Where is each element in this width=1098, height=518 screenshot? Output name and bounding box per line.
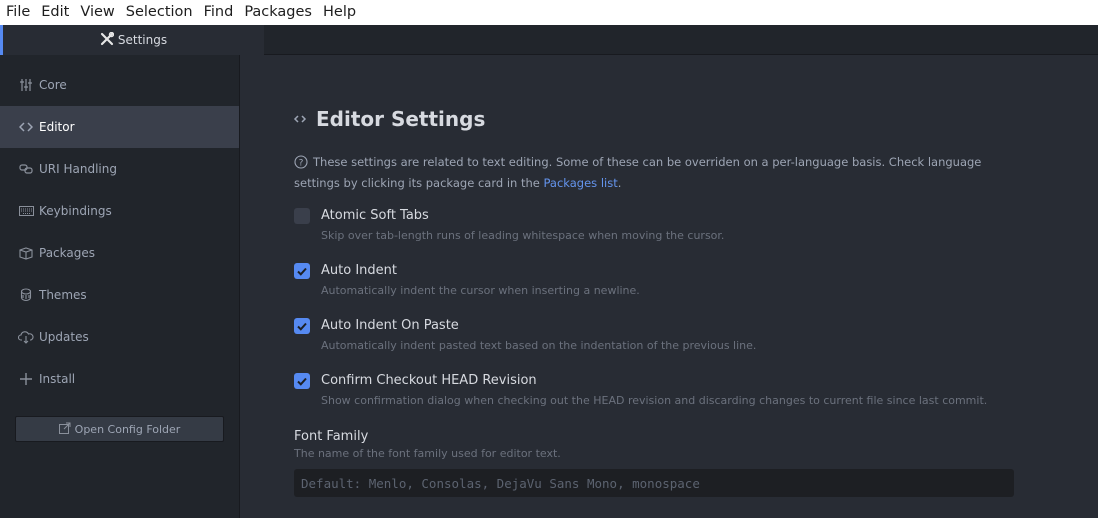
checkmark-icon <box>297 377 307 386</box>
section-description: ? These settings are related to text edit… <box>294 155 982 190</box>
sidebar-item-uri-handling[interactable]: URI Handling <box>0 148 239 190</box>
tools-icon <box>100 31 118 49</box>
code-icon <box>293 107 316 131</box>
menu-file[interactable]: File <box>6 0 30 25</box>
open-config-folder-button[interactable]: Open Config Folder <box>15 416 224 442</box>
sidebar-item-editor[interactable]: Editor <box>0 106 239 148</box>
packages-list-link[interactable]: Packages list <box>544 176 618 190</box>
menu-packages[interactable]: Packages <box>244 0 312 25</box>
setting-atomic-soft-tabs: Atomic Soft Tabs Skip over tab-length ru… <box>294 207 724 244</box>
menu-find[interactable]: Find <box>204 0 234 25</box>
code-icon <box>18 119 34 135</box>
font-family-label: Font Family <box>294 429 369 444</box>
sidebar-item-keybindings[interactable]: Keybindings <box>0 190 239 232</box>
setting-font-family: Font Family The name of the font family … <box>294 429 561 460</box>
setting-description: Show confirmation dialog when checking o… <box>321 394 988 407</box>
checkmark-icon <box>297 322 307 331</box>
setting-label: Auto Indent On Paste <box>321 318 459 333</box>
sidebar-item-themes[interactable]: Themes <box>0 274 239 316</box>
sidebar-item-packages[interactable]: Packages <box>0 232 239 274</box>
setting-description: Skip over tab-length runs of leading whi… <box>321 229 725 242</box>
link-icon <box>18 161 34 177</box>
sidebar-item-core[interactable]: Core <box>0 64 239 106</box>
question-icon: ? <box>294 155 308 174</box>
setting-label: Auto Indent <box>321 263 397 278</box>
sliders-icon <box>18 77 34 93</box>
setting-description: Automatically indent the cursor when ins… <box>321 284 640 297</box>
menu-view[interactable]: View <box>80 0 114 25</box>
tab-settings[interactable]: Settings <box>0 25 264 55</box>
sidebar-item-install[interactable]: Install <box>0 358 239 400</box>
setting-description: Automatically indent pasted text based o… <box>321 339 757 352</box>
section-title: Editor Settings <box>293 107 485 131</box>
setting-label: Confirm Checkout HEAD Revision <box>321 373 537 388</box>
paintcan-icon <box>18 287 34 303</box>
setting-confirm-checkout-head-revision: Confirm Checkout HEAD Revision Show conf… <box>294 372 987 409</box>
font-family-description: The name of the font family used for edi… <box>294 447 561 460</box>
menu-bar: File Edit View Selection Find Packages H… <box>0 0 1098 25</box>
menu-help[interactable]: Help <box>323 0 356 25</box>
setting-auto-indent-on-paste: Auto Indent On Paste Automatically inden… <box>294 317 756 354</box>
confirm-checkout-head-revision-checkbox[interactable] <box>294 373 310 389</box>
auto-indent-on-paste-checkbox[interactable] <box>294 318 310 334</box>
package-icon <box>18 245 34 261</box>
settings-sidebar: Core Editor URI Handling Keybindings Pac… <box>0 55 240 518</box>
plus-icon <box>18 371 34 387</box>
tab-label: Settings <box>117 33 168 47</box>
font-family-input[interactable] <box>294 469 1014 497</box>
link-external-icon <box>58 422 75 437</box>
menu-selection[interactable]: Selection <box>126 0 193 25</box>
auto-indent-checkbox[interactable] <box>294 263 310 279</box>
sidebar-item-updates[interactable]: Updates <box>0 316 239 358</box>
checkmark-icon <box>297 267 307 276</box>
atomic-soft-tabs-checkbox[interactable] <box>294 208 310 224</box>
svg-text:?: ? <box>299 159 304 169</box>
settings-panel: Editor Settings ? These settings are rela… <box>241 56 1098 518</box>
setting-auto-indent: Auto Indent Automatically indent the cur… <box>294 262 640 299</box>
menu-edit[interactable]: Edit <box>41 0 69 25</box>
cloud-download-icon <box>18 329 34 345</box>
setting-label: Atomic Soft Tabs <box>321 208 429 223</box>
tab-bar: Settings <box>0 25 1098 55</box>
keyboard-icon <box>18 203 34 219</box>
